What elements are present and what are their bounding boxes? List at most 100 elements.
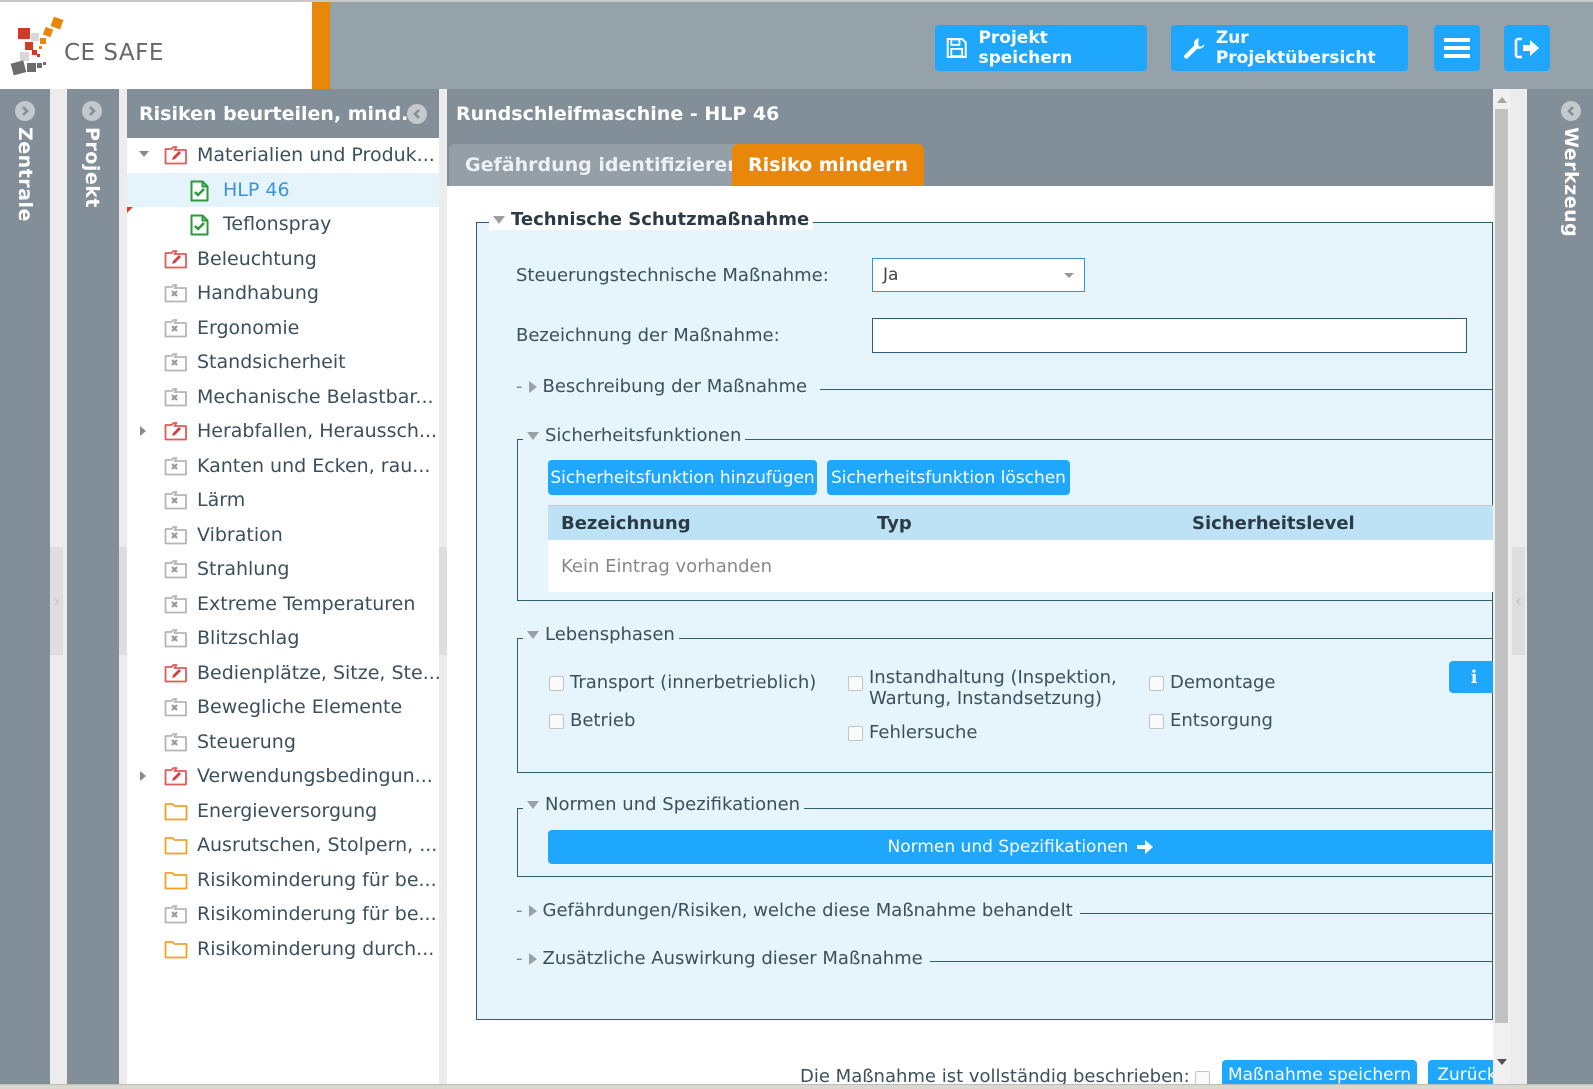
tree-item[interactable]: Teflonspray <box>127 207 439 242</box>
checkbox-disposal[interactable]: Entsorgung <box>1149 710 1273 731</box>
folder-empty-icon <box>164 904 188 924</box>
checkbox-operation[interactable]: Betrieb <box>549 710 635 731</box>
tree-item[interactable]: Ergonomie <box>127 311 439 346</box>
tree-item[interactable]: Herabfallen, Heraussch... <box>127 414 439 449</box>
project-overview-label: Zur Projektübersicht <box>1215 28 1376 68</box>
tree-item[interactable]: Ausrutschen, Stolpern, ... <box>127 828 439 863</box>
tree-item[interactable]: Bedienplätze, Sitze, Ste... <box>127 656 441 691</box>
norms-title: Normen und Spezifikationen <box>545 794 801 815</box>
menu-button[interactable] <box>1434 25 1480 71</box>
description-legend[interactable]: - Beschreibung der Maßnahme <box>512 376 811 397</box>
tree-item-label: Extreme Temperaturen <box>197 592 416 615</box>
expand-triangle-icon <box>528 952 537 965</box>
checkbox-label: Instandhaltung (Inspektion, Wartung, Ins… <box>869 667 1117 709</box>
splitter-handle[interactable] <box>119 547 127 655</box>
hazards-legend[interactable]: - Gefährdungen/Risiken, welche diese Maß… <box>512 900 1077 921</box>
info-button[interactable]: i <box>1449 661 1499 693</box>
safety-functions-legend[interactable]: Sicherheitsfunktionen <box>523 425 746 446</box>
scroll-thumb[interactable] <box>1495 109 1508 1023</box>
main-scrollbar[interactable] <box>1493 89 1510 1084</box>
tree-item-label: Mechanische Belastbar... <box>197 385 434 408</box>
safety-functions-table: Bezeichnung Typ Sicherheitslevel Kein Ei… <box>548 505 1496 592</box>
rail-werkzeug[interactable]: Werkzeug <box>1550 89 1593 1084</box>
logout-button[interactable] <box>1504 25 1550 71</box>
splitter[interactable] <box>119 89 127 1084</box>
tree-toggle-collapsed-icon[interactable] <box>139 426 149 436</box>
scroll-down-icon[interactable] <box>1497 1059 1507 1065</box>
tree-item-label: Materialien und Produk... <box>197 144 435 167</box>
checkbox-maintenance[interactable]: Instandhaltung (Inspektion, Wartung, Ins… <box>848 667 1117 709</box>
logo: CE SAFE <box>0 2 312 89</box>
project-overview-button[interactable]: Zur Projektübersicht <box>1171 25 1408 71</box>
tree-item[interactable]: Strahlung <box>127 552 439 587</box>
column-header-safety-level[interactable]: Sicherheitslevel <box>1192 513 1355 534</box>
divider <box>930 961 1498 962</box>
expand-icon[interactable] <box>82 101 102 121</box>
collapse-icon[interactable] <box>407 104 427 124</box>
table-header: Bezeichnung Typ Sicherheitslevel <box>548 505 1496 540</box>
checkbox[interactable] <box>549 714 564 729</box>
rail-zentrale[interactable]: Zentrale <box>0 89 50 1084</box>
folder-icon <box>164 870 188 890</box>
tree-item[interactable]: Risikominderung durch... <box>127 932 439 967</box>
collapse-icon[interactable] <box>1561 101 1581 121</box>
delete-safety-function-button[interactable]: Sicherheitsfunktion löschen <box>827 460 1070 495</box>
checkbox-transport[interactable]: Transport (innerbetrieblich) <box>549 672 816 693</box>
tree-item[interactable]: Kanten und Ecken, rau... <box>127 449 439 484</box>
tree-item[interactable]: Beleuchtung <box>127 242 439 277</box>
add-safety-function-button[interactable]: Sicherheitsfunktion hinzufügen <box>548 460 817 495</box>
folder-empty-icon <box>164 594 188 614</box>
save-project-button[interactable]: Projekt speichern <box>935 25 1147 71</box>
tab-reduce-risk[interactable]: Risiko mindern <box>732 144 924 186</box>
rail-projekt[interactable]: Projekt <box>67 89 119 1084</box>
control-measure-select[interactable]: Ja <box>872 258 1085 292</box>
tree-item[interactable]: Vibration <box>127 518 439 553</box>
effects-legend[interactable]: - Zusätzliche Auswirkung dieser Maßnahme <box>512 948 927 969</box>
tree-item[interactable]: Mechanische Belastbar... <box>127 380 439 415</box>
checkbox[interactable] <box>1149 714 1164 729</box>
tree-item[interactable]: Risikominderung für be... <box>127 897 439 932</box>
tree-toggle-collapsed-icon[interactable] <box>139 771 149 781</box>
column-header-name[interactable]: Bezeichnung <box>561 513 691 534</box>
tree-item[interactable]: HLP 46 <box>127 172 439 207</box>
checkbox[interactable] <box>848 676 863 691</box>
tree-item[interactable]: Verwendungsbedingun... <box>127 759 439 794</box>
tree-item[interactable]: Standsicherheit <box>127 345 439 380</box>
splitter-handle[interactable]: › <box>50 547 63 655</box>
column-header-type[interactable]: Typ <box>877 513 912 534</box>
tree-item[interactable]: Risikominderung für be... <box>127 863 439 898</box>
effects-title: Zusätzliche Auswirkung dieser Maßnahme <box>542 948 923 969</box>
expand-icon[interactable] <box>15 101 35 121</box>
tree-item[interactable]: Lärm <box>127 483 439 518</box>
tree-item[interactable]: Bewegliche Elemente <box>127 690 439 725</box>
life-phases-legend[interactable]: Lebensphasen <box>523 624 679 645</box>
measure-name-input[interactable] <box>872 318 1467 353</box>
norms-legend[interactable]: Normen und Spezifikationen <box>523 794 805 815</box>
splitter[interactable] <box>439 89 447 1084</box>
checkbox[interactable] <box>1149 676 1164 691</box>
tab-identify-hazard[interactable]: Gefährdung identifizieren <box>449 144 757 186</box>
tree-toggle-expanded-icon[interactable] <box>139 150 149 160</box>
checkbox[interactable] <box>549 676 564 691</box>
tree-item[interactable]: Energieversorgung <box>127 794 439 829</box>
tree-item[interactable]: Handhabung <box>127 276 439 311</box>
tree-item[interactable]: Materialien und Produk... <box>127 138 439 173</box>
scroll-up-icon[interactable] <box>1497 97 1507 103</box>
rail-werkzeug-edge <box>1527 89 1550 1084</box>
technical-measure-legend[interactable]: Technische Schutzmaßnahme <box>489 209 814 230</box>
checkbox-label-line2: Wartung, Instandsetzung) <box>869 688 1103 709</box>
splitter-handle[interactable]: ‹ <box>1512 547 1525 655</box>
splitter[interactable]: › <box>50 89 67 1084</box>
checkbox[interactable] <box>848 726 863 741</box>
splitter-handle[interactable] <box>439 547 447 655</box>
tree-item[interactable]: Steuerung <box>127 725 439 760</box>
tree-item[interactable]: Blitzschlag <box>127 621 439 656</box>
norms-button[interactable]: Normen und Spezifikationen <box>548 830 1494 864</box>
checkbox-troubleshooting[interactable]: Fehlersuche <box>848 722 978 743</box>
folder-icon <box>164 939 188 959</box>
control-measure-label: Steuerungstechnische Maßnahme: <box>516 265 829 286</box>
tree-item[interactable]: Extreme Temperaturen <box>127 587 439 622</box>
folder-empty-icon <box>164 697 188 717</box>
checkbox-dismantling[interactable]: Demontage <box>1149 672 1275 693</box>
splitter[interactable]: ‹ <box>1510 89 1527 1084</box>
